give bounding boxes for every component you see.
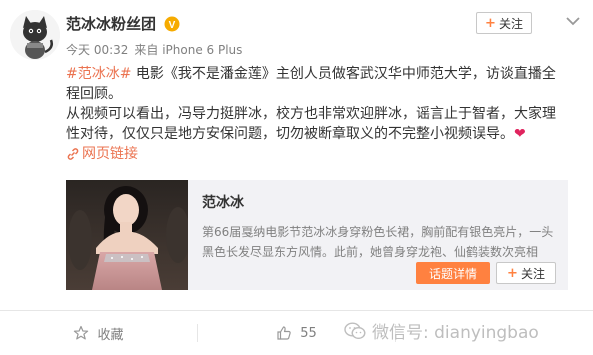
post-paragraph-1: #范冰冰# 电影《我不是潘金莲》主创人员做客武汉华中师范大学，访谈直播全程回顾。 <box>66 64 566 104</box>
post-time[interactable]: 今天 00:32 <box>66 43 128 57</box>
user-name[interactable]: 范冰冰粉丝团 <box>66 14 156 34</box>
post-menu-button[interactable] <box>560 10 586 32</box>
post-meta: 今天 00:32 来自 iPhone 6 Plus <box>66 42 242 58</box>
card-photo[interactable] <box>66 180 188 290</box>
card-photo-image <box>66 180 188 290</box>
web-link-label: 网页链接 <box>82 146 138 162</box>
verified-badge-icon: V <box>164 16 180 32</box>
heart-emoji-icon: ❤ <box>514 126 526 142</box>
weibo-post: 范冰冰粉丝团 V 今天 00:32 来自 iPhone 6 Plus + 关注 #… <box>0 0 593 355</box>
avatar-cartoon-cat-icon <box>10 10 60 60</box>
plus-icon: + <box>507 265 518 281</box>
link-icon <box>67 148 79 160</box>
post-body: #范冰冰# 电影《我不是潘金莲》主创人员做客武汉华中师范大学，访谈直播全程回顾。… <box>66 64 566 167</box>
post-text-1: 电影《我不是潘金莲》主创人员做客武汉华中师范大学，访谈直播全程回顾。 <box>66 66 556 102</box>
web-link[interactable]: 网页链接 <box>66 144 138 164</box>
like-button[interactable]: 55 <box>198 311 395 355</box>
like-count: 55 <box>300 325 317 341</box>
post-paragraph-3: 网页链接 <box>66 144 566 167</box>
avatar[interactable] <box>10 10 60 60</box>
topic-detail-button[interactable]: 话题详情 <box>416 262 490 284</box>
post-paragraph-2: 从视频可以看出，冯导力挺胖冰，校方也非常欢迎胖冰，谣言止于智者，大家理性对待，仅… <box>66 104 566 144</box>
star-icon <box>74 325 89 340</box>
topic-link[interactable]: #范冰冰# <box>66 66 131 82</box>
favorite-button[interactable]: 收藏 <box>0 311 197 355</box>
favorite-label: 收藏 <box>97 327 124 343</box>
footer-right-area <box>396 311 593 355</box>
post-text-2: 从视频可以看出，冯导力挺胖冰，校方也非常欢迎胖冰，谣言止于智者，大家理性对待，仅… <box>66 106 556 142</box>
card-description: 第66届戛纳电影节范冰冰身穿粉色长裙，胸前配有银色亮片，一头黑色长发尽显东方风情… <box>202 225 554 259</box>
card-follow-button-label: 关注 <box>520 266 545 281</box>
plus-icon: + <box>485 15 496 31</box>
card-title[interactable]: 范冰冰 <box>202 194 244 212</box>
post-source: 来自 iPhone 6 Plus <box>134 43 243 57</box>
chevron-down-icon <box>566 16 580 25</box>
svg-text:V: V <box>169 20 176 31</box>
follow-button-label: 关注 <box>498 16 523 31</box>
follow-button[interactable]: + 关注 <box>476 12 532 34</box>
topic-card[interactable]: 范冰冰 第66届戛纳电影节范冰冰身穿粉色长裙，胸前配有银色亮片，一头黑色长发尽显… <box>66 180 568 290</box>
action-bar: 收藏 55 <box>0 311 593 355</box>
card-follow-button[interactable]: + 关注 <box>496 262 556 284</box>
thumbs-up-icon <box>277 326 291 340</box>
